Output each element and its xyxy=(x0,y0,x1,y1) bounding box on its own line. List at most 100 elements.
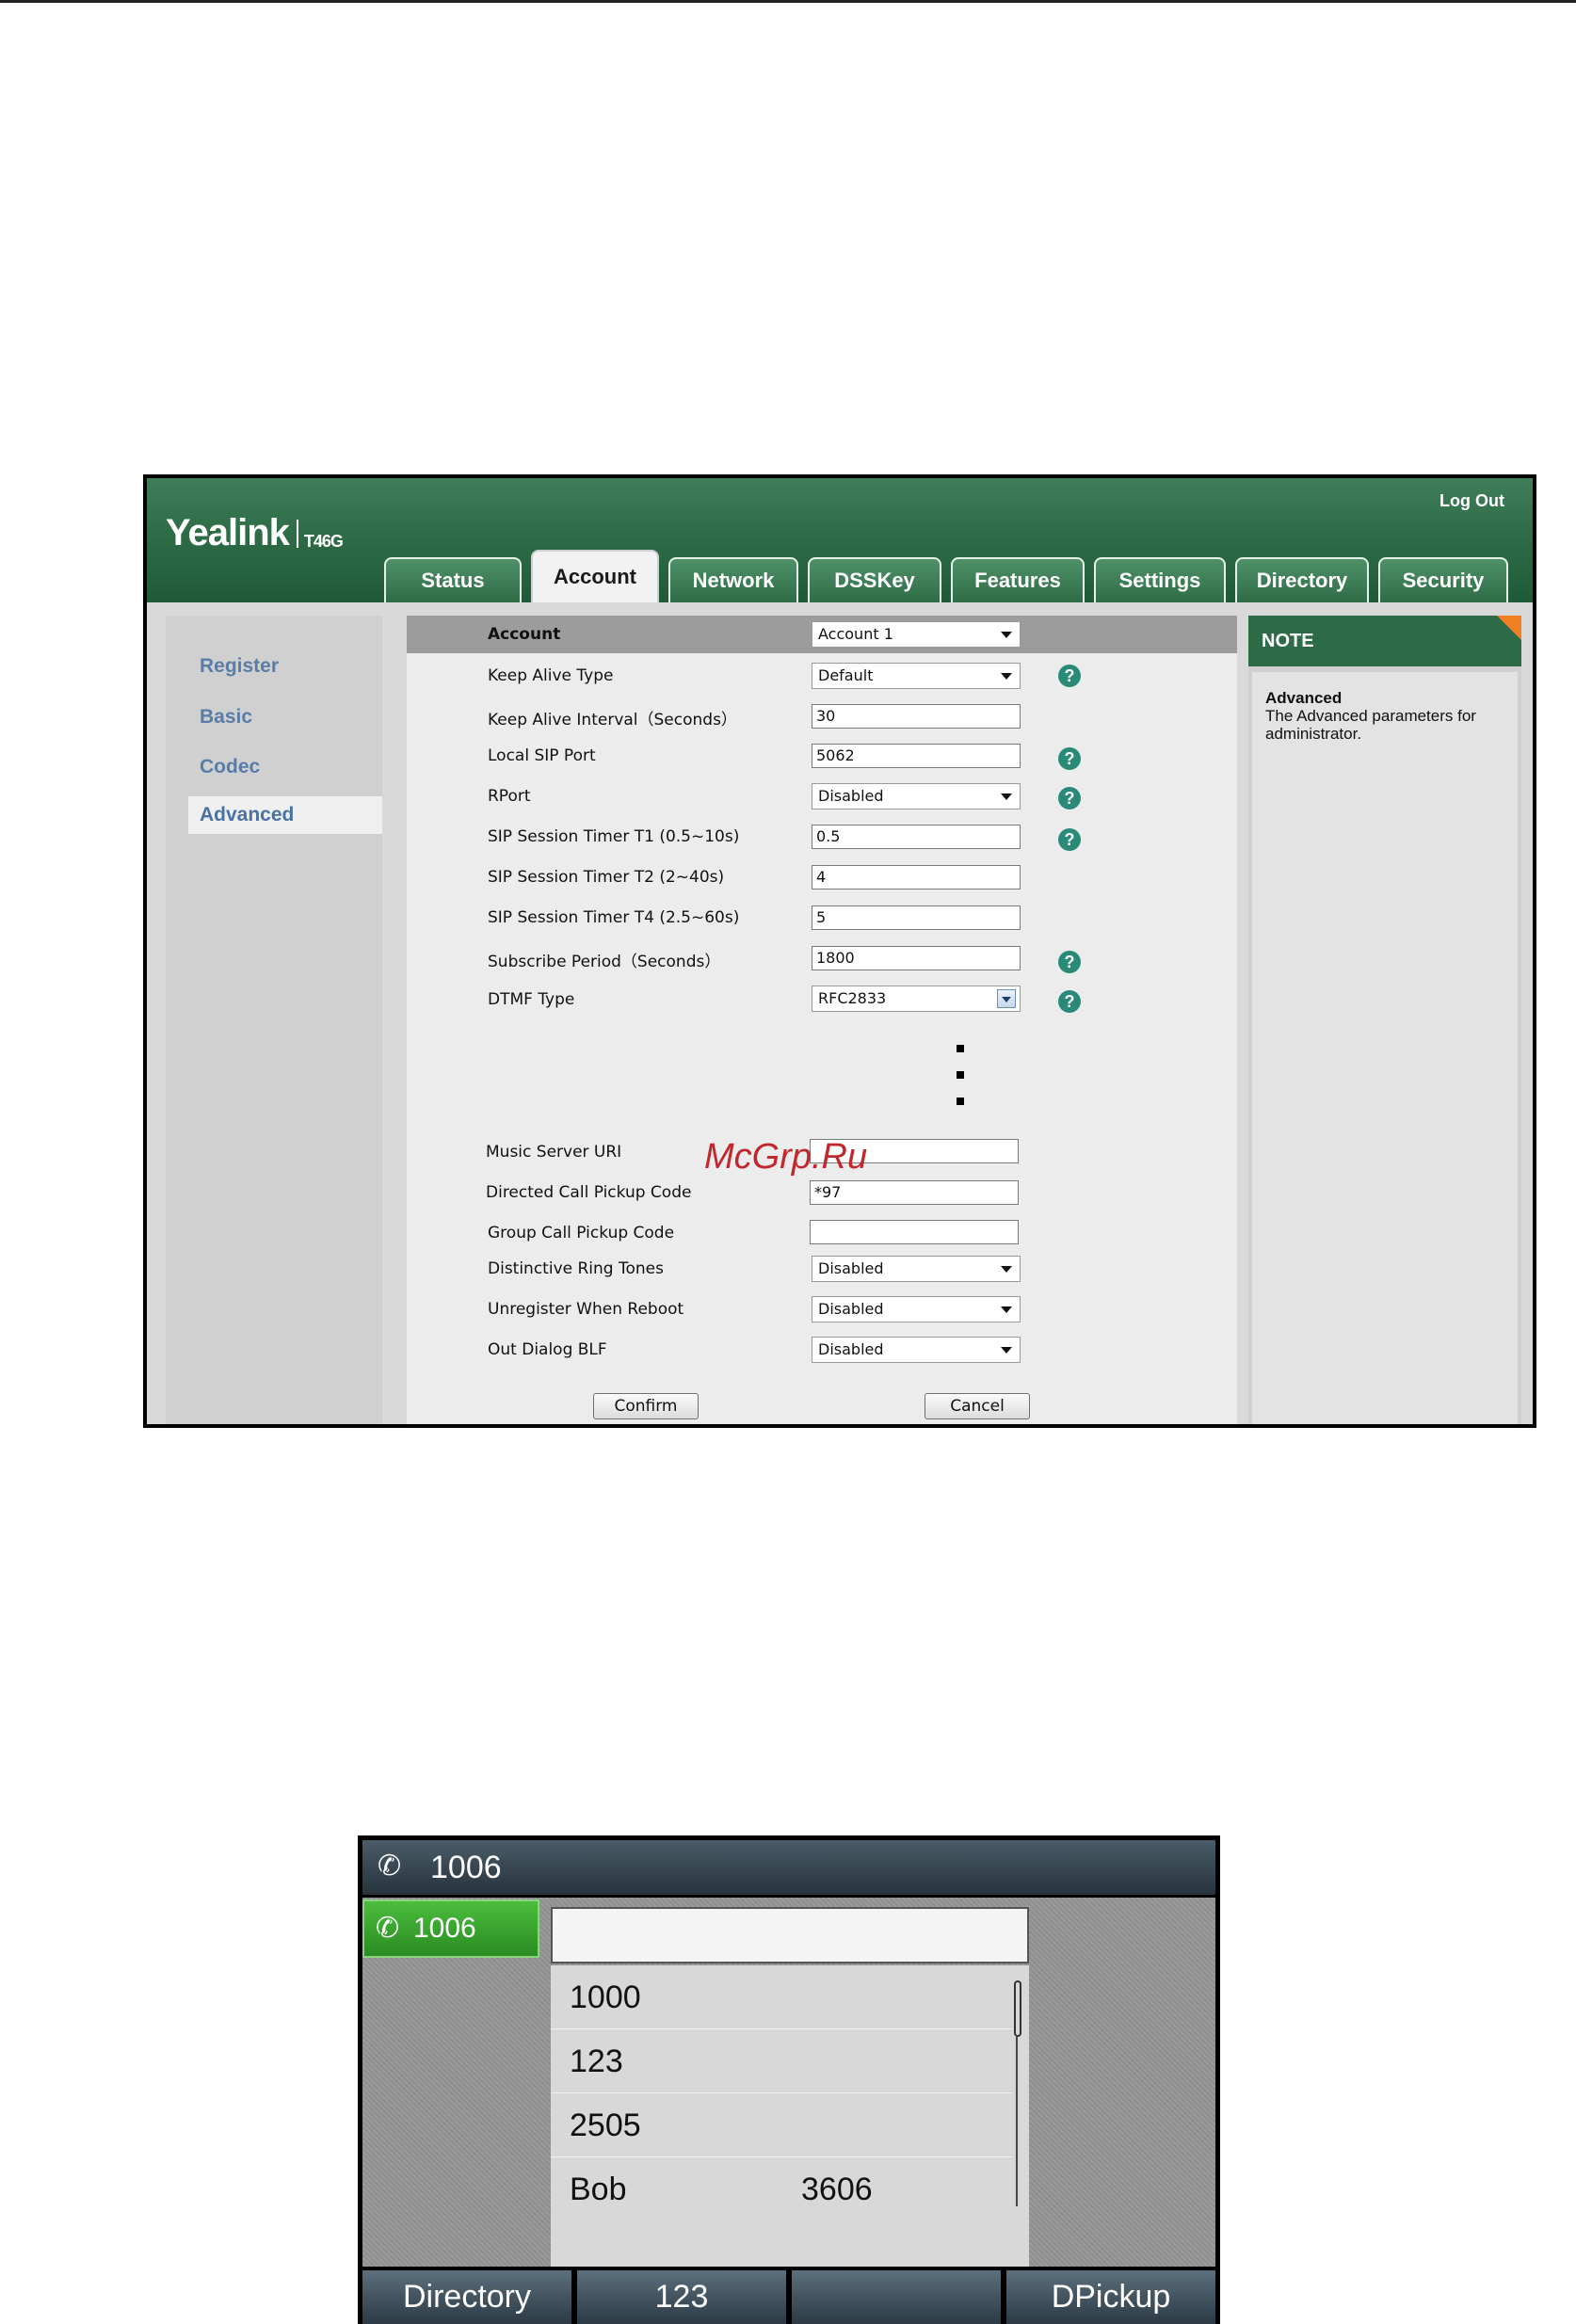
timer-t1-label: SIP Session Timer T1 (0.5~10s) xyxy=(488,827,740,846)
account-select-value: Account 1 xyxy=(818,625,893,643)
entry-name: 123 xyxy=(570,2044,623,2079)
music-server-uri-label: Music Server URI xyxy=(486,1143,622,1162)
keep-alive-type-value: Default xyxy=(818,666,874,684)
brand-name: Yealink xyxy=(166,512,290,553)
logout-link[interactable]: Log Out xyxy=(1439,491,1504,511)
list-scrollbar-thumb[interactable] xyxy=(1014,1980,1021,2037)
local-sip-port-label: Local SIP Port xyxy=(488,746,596,765)
tab-account[interactable]: Account xyxy=(531,550,659,602)
list-item[interactable]: 123 xyxy=(551,2029,1012,2093)
list-item[interactable]: Bob 3606 xyxy=(551,2157,1012,2221)
out-dialog-blf-select[interactable]: Disabled xyxy=(812,1337,1021,1363)
main-tabs: Status Account Network DSSKey Features S… xyxy=(384,550,1508,602)
note-text: The Advanced parameters for administrato… xyxy=(1265,707,1476,743)
dial-search-input[interactable] xyxy=(551,1907,1029,1963)
web-header: Yealink T46G Log Out Status Account Netwo… xyxy=(147,478,1533,602)
unregister-when-reboot-value: Disabled xyxy=(818,1300,884,1318)
subscribe-period-label: Subscribe Period（Seconds） xyxy=(488,953,721,971)
group-call-pickup-input[interactable] xyxy=(810,1220,1019,1244)
timer-t4-input[interactable]: 5 xyxy=(812,906,1021,930)
timer-t2-label: SIP Session Timer T2 (2~40s) xyxy=(488,868,725,887)
list-scrollbar-track[interactable] xyxy=(1016,2037,1018,2206)
softkey-empty[interactable] xyxy=(792,2270,1001,2324)
entry-name: 1000 xyxy=(570,1979,641,2015)
phone-title-number: 1006 xyxy=(430,1850,502,1885)
entry-name: Bob xyxy=(570,2172,627,2207)
cancel-button[interactable]: Cancel xyxy=(925,1393,1030,1419)
softkey-123[interactable]: 123 xyxy=(577,2270,786,2324)
group-call-pickup-label: Group Call Pickup Code xyxy=(488,1224,675,1242)
distinctive-ring-tones-label: Distinctive Ring Tones xyxy=(488,1259,664,1278)
ellipsis-dot xyxy=(957,1098,964,1105)
entry-number: 3606 xyxy=(801,2172,873,2207)
chevron-down-icon xyxy=(1001,793,1012,800)
page-top-rule xyxy=(0,0,1576,3)
chevron-down-icon xyxy=(1001,1306,1012,1313)
list-item[interactable]: 2505 xyxy=(551,2093,1012,2157)
chevron-down-icon xyxy=(1001,673,1012,680)
chevron-down-icon xyxy=(997,989,1016,1008)
local-sip-port-input[interactable]: 5062 xyxy=(812,744,1021,768)
web-ui-screenshot: Yealink T46G Log Out Status Account Netwo… xyxy=(143,474,1536,1428)
account-label: Account xyxy=(488,625,561,644)
tab-settings[interactable]: Settings xyxy=(1094,557,1226,602)
tab-network[interactable]: Network xyxy=(668,557,798,602)
unregister-when-reboot-select[interactable]: Disabled xyxy=(812,1296,1021,1322)
sidebar-item-advanced[interactable]: Advanced xyxy=(188,796,382,834)
out-dialog-blf-value: Disabled xyxy=(818,1340,884,1358)
subscribe-period-input[interactable]: 1800 xyxy=(812,946,1021,970)
rport-select[interactable]: Disabled xyxy=(812,783,1021,809)
help-icon[interactable]: ? xyxy=(1058,747,1081,770)
help-icon[interactable]: ? xyxy=(1058,990,1081,1013)
dtmf-type-select[interactable]: RFC2833 xyxy=(812,986,1021,1012)
help-icon[interactable]: ? xyxy=(1058,828,1081,851)
timer-t1-input[interactable]: 0.5 xyxy=(812,825,1021,849)
sidebar-item-basic[interactable]: Basic xyxy=(200,706,252,729)
sidebar-item-codec[interactable]: Codec xyxy=(200,756,260,778)
phone-screen: ✆ 1006 1000 123 2505 Bob 3606 xyxy=(362,1898,1215,2267)
unregister-when-reboot-label: Unregister When Reboot xyxy=(488,1300,684,1319)
entry-name: 2505 xyxy=(570,2108,641,2143)
confirm-button[interactable]: Confirm xyxy=(593,1393,699,1419)
note-panel: NOTE Advanced The Advanced parameters fo… xyxy=(1248,616,1521,1424)
softkey-dpickup[interactable]: DPickup xyxy=(1006,2270,1215,2324)
yealink-logo: Yealink T46G xyxy=(166,512,344,554)
out-dialog-blf-label: Out Dialog BLF xyxy=(488,1340,607,1359)
note-title: Advanced xyxy=(1265,689,1343,707)
directory-suggestion-list: 1000 123 2505 Bob 3606 xyxy=(551,1965,1029,2267)
tab-security[interactable]: Security xyxy=(1378,557,1508,602)
chevron-down-icon xyxy=(1001,632,1012,638)
keep-alive-type-select[interactable]: Default xyxy=(812,663,1021,689)
rport-label: RPort xyxy=(488,787,531,806)
account-sidebar: Register Basic Codec Advanced xyxy=(166,616,382,1424)
tab-features[interactable]: Features xyxy=(951,557,1085,602)
note-corner-icon xyxy=(1497,616,1521,640)
tab-dsskey[interactable]: DSSKey xyxy=(808,557,941,602)
directed-call-pickup-input[interactable]: *97 xyxy=(810,1180,1019,1205)
sidebar-item-register[interactable]: Register xyxy=(200,655,279,678)
directed-call-pickup-label: Directed Call Pickup Code xyxy=(486,1183,692,1202)
line-key-1006[interactable]: ✆ 1006 xyxy=(362,1899,539,1958)
phone-title-bar: ✆ 1006 xyxy=(362,1840,1215,1895)
note-header: NOTE xyxy=(1248,616,1521,666)
keep-alive-interval-input[interactable]: 30 xyxy=(812,704,1021,729)
line-key-label: 1006 xyxy=(413,1913,476,1944)
phone-handset-icon: ✆ xyxy=(378,1851,402,1882)
ellipsis-dot xyxy=(957,1071,964,1079)
account-select[interactable]: Account 1 xyxy=(812,621,1021,648)
timer-t2-input[interactable]: 4 xyxy=(812,865,1021,890)
distinctive-ring-tones-select[interactable]: Disabled xyxy=(812,1256,1021,1282)
phone-handset-icon: ✆ xyxy=(376,1913,400,1944)
help-icon[interactable]: ? xyxy=(1058,665,1081,687)
timer-t4-label: SIP Session Timer T4 (2.5~60s) xyxy=(488,908,740,927)
list-item[interactable]: 1000 xyxy=(551,1965,1012,2029)
dtmf-type-value: RFC2833 xyxy=(818,989,887,1007)
chevron-down-icon xyxy=(1001,1347,1012,1354)
softkey-directory[interactable]: Directory xyxy=(362,2270,571,2324)
tab-directory[interactable]: Directory xyxy=(1235,557,1369,602)
advanced-form: Account Account 1 Keep Alive Type Defaul… xyxy=(407,616,1237,1424)
note-body: Advanced The Advanced parameters for adm… xyxy=(1252,672,1518,1424)
tab-status[interactable]: Status xyxy=(384,557,522,602)
help-icon[interactable]: ? xyxy=(1058,951,1081,973)
help-icon[interactable]: ? xyxy=(1058,787,1081,809)
